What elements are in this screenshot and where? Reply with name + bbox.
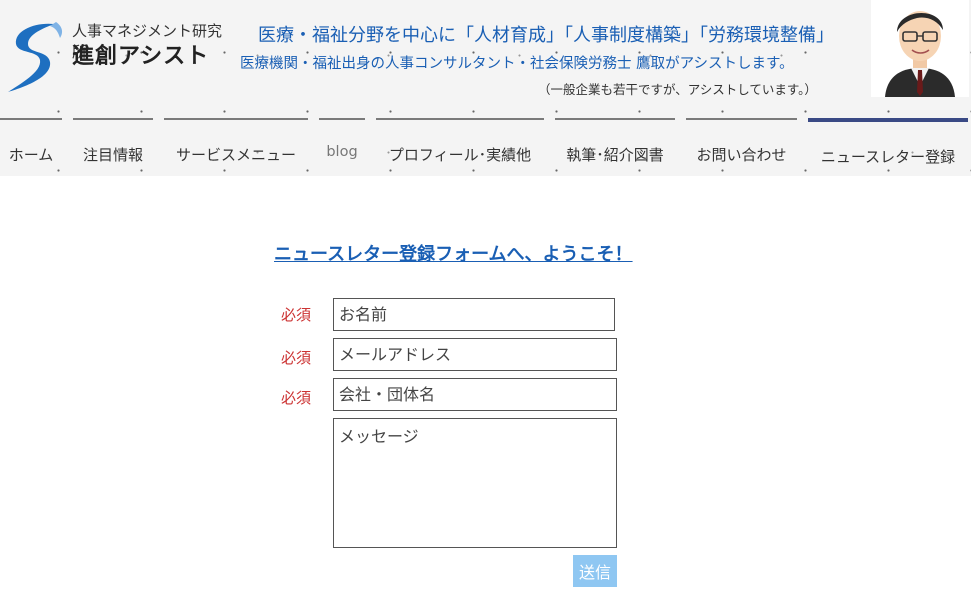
- tagline-sub: 医療機関・福祉出身の人事コンサルタント・社会保険労務士 鷹取がアシストします。: [240, 56, 794, 72]
- nav-item-label: ニュースレター登録: [820, 148, 956, 166]
- main-nav: ホーム 注目情報 サービスメニュー blog プロフィール･実績他 執筆･紹介図…: [0, 118, 971, 176]
- nav-item-blog[interactable]: blog: [319, 118, 365, 178]
- logo-swirl-icon: [8, 22, 63, 92]
- nav-item-contact[interactable]: お問い合わせ: [686, 118, 797, 178]
- nav-item-label: 執筆･紹介図書: [566, 146, 664, 164]
- logo-title: 進創アシスト: [72, 44, 210, 69]
- nav-item-label: ホーム: [8, 146, 54, 164]
- nav-item-label: プロフィール･実績他: [388, 146, 532, 164]
- portrait-illustration: [885, 11, 955, 97]
- nav-item-label: 注目情報: [82, 146, 143, 164]
- nav-item-label: サービスメニュー: [175, 146, 296, 164]
- nav-item-books[interactable]: 執筆･紹介図書: [555, 118, 675, 178]
- site-header: 人事マネジメント研究所 進創アシスト 医療・福祉分野を中心に「人材育成」「人事制…: [0, 0, 971, 176]
- nav-item-profile[interactable]: プロフィール･実績他: [376, 118, 544, 178]
- nav-item-newsletter[interactable]: ニュースレター登録: [808, 118, 968, 180]
- site-logo[interactable]: 人事マネジメント研究所 進創アシスト: [6, 20, 236, 95]
- message-field[interactable]: [333, 418, 617, 548]
- nav-item-home[interactable]: ホーム: [0, 118, 62, 178]
- nav-item-label: blog: [326, 144, 358, 160]
- tagline-main: 医療・福祉分野を中心に「人材育成」「人事制度構築」「労務環境整備」: [258, 25, 834, 46]
- nav-item-label: お問い合わせ: [696, 146, 787, 164]
- form-title[interactable]: ニュースレター登録フォームへ、ようこそ！: [274, 240, 633, 266]
- required-label-email: 必須: [281, 349, 312, 367]
- submit-button[interactable]: 送信: [573, 555, 617, 587]
- consultant-portrait: [871, 0, 969, 97]
- required-label-company: 必須: [281, 389, 312, 407]
- name-field[interactable]: [333, 298, 615, 331]
- nav-item-services[interactable]: サービスメニュー: [164, 118, 308, 178]
- email-field[interactable]: [333, 338, 617, 371]
- required-label-name: 必須: [281, 306, 312, 324]
- tagline-note: （一般企業も若干ですが、アシストしています。）: [538, 82, 817, 97]
- company-field[interactable]: [333, 378, 617, 411]
- nav-item-news[interactable]: 注目情報: [73, 118, 153, 178]
